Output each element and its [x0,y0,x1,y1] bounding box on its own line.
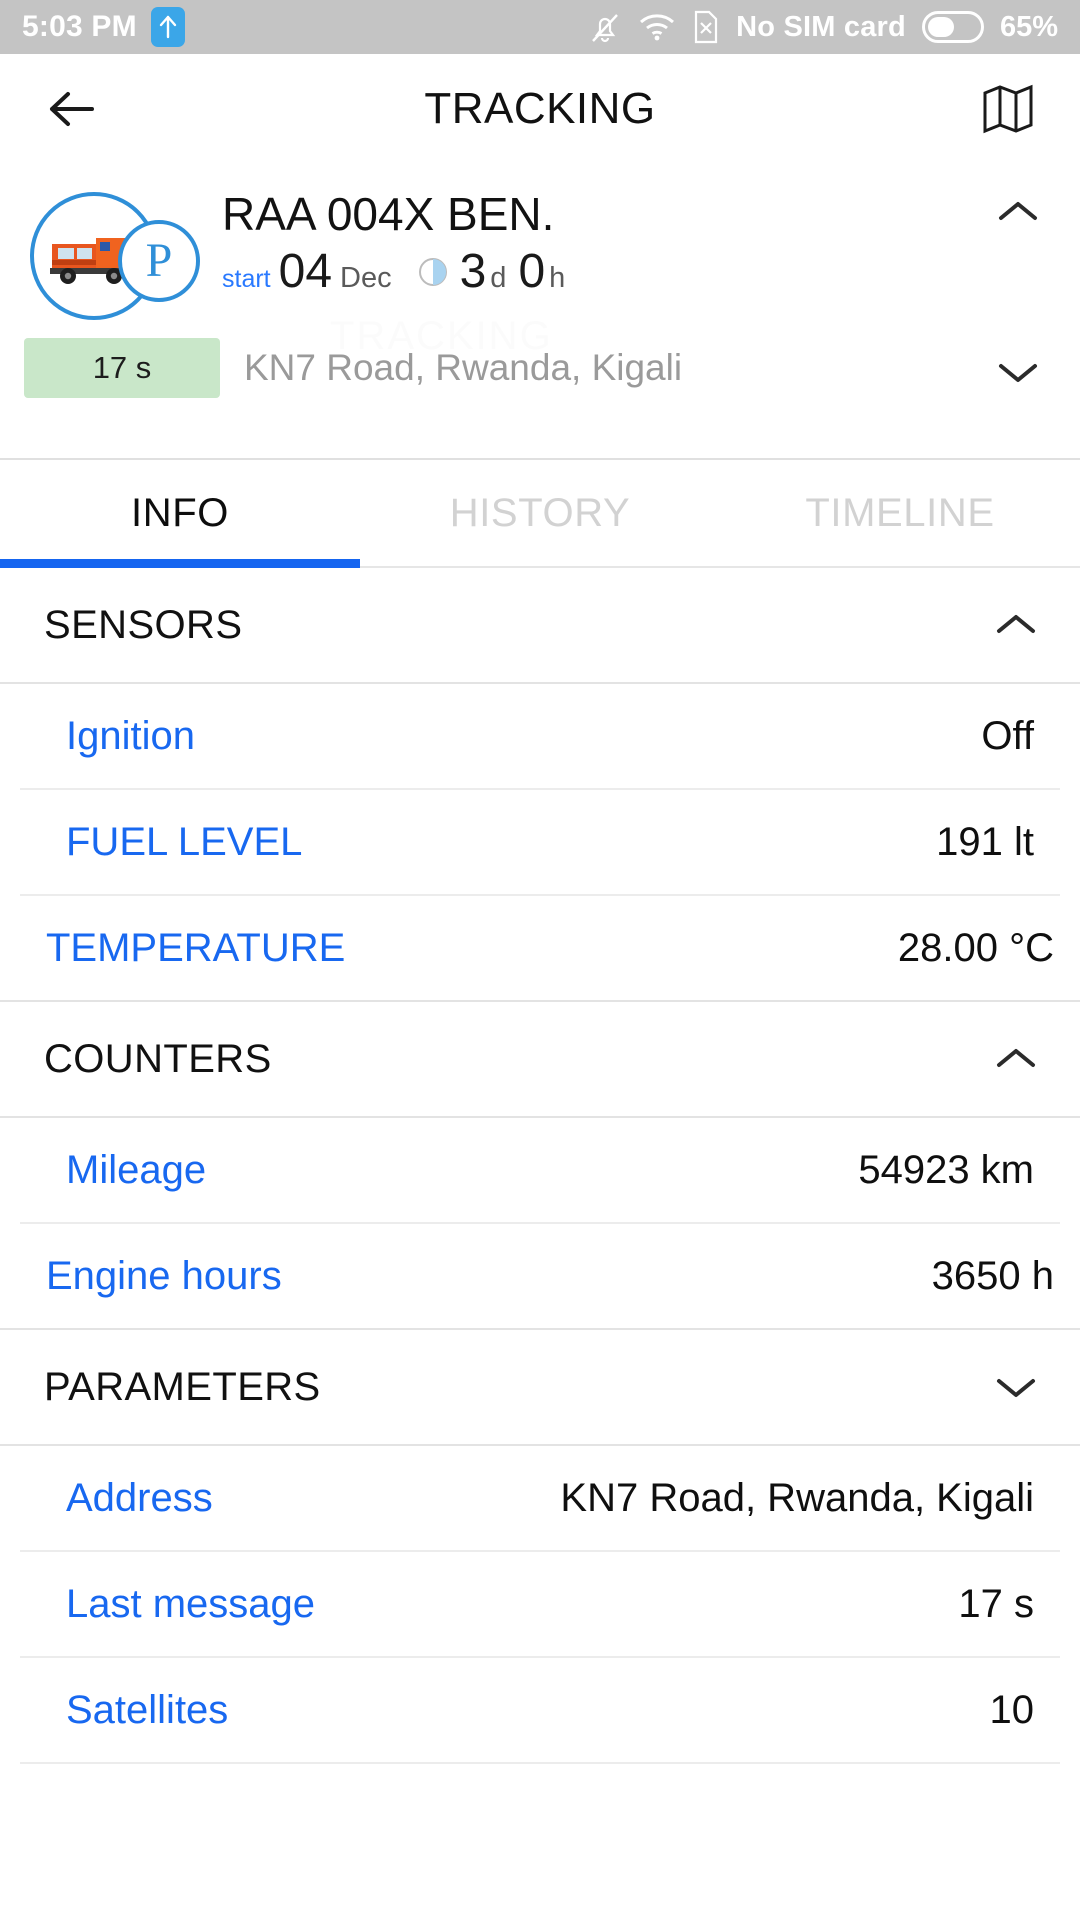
start-month: Dec [340,262,392,295]
row-value-last-message: 17 s [958,1581,1034,1626]
vehicle-card-top: P RAA 004X BEN. start 04 Dec 3 d 0 h [0,186,1080,320]
section-header-counters[interactable]: COUNTERS [0,1002,1080,1118]
row-label-temperature: TEMPERATURE [46,925,346,970]
tab-history[interactable]: HISTORY [360,460,720,566]
duration-days-unit: d [490,262,507,295]
row-value-temperature: 28.00 °C [897,925,1054,970]
back-arrow-icon[interactable] [40,77,104,141]
status-bar: 5:03 PM No SIM card 65% [0,0,1080,54]
row-label-fuel-level: FUEL LEVEL [66,819,303,864]
chevron-up-icon[interactable] [992,601,1040,649]
duration-hours-group: 0 h [518,248,565,296]
duration-hours-unit: h [549,262,566,295]
vehicle-address-row: 17 s KN7 Road, Rwanda, Kigali [0,338,1080,398]
tracking-screen: 5:03 PM No SIM card 65% TRACKING TRACKIN… [0,0,1080,1920]
row-label-mileage: Mileage [66,1147,207,1192]
row-value-mileage: 54923 km [858,1147,1034,1192]
table-row[interactable]: FUEL LEVEL 191 lt [20,790,1060,896]
tab-info[interactable]: INFO [0,460,360,568]
app-bar: TRACKING [0,54,1080,164]
table-row[interactable]: Address KN7 Road, Rwanda, Kigali [20,1446,1060,1552]
chevron-down-icon[interactable] [994,348,1042,396]
status-bar-left: 5:03 PM [22,7,185,47]
upload-arrow-icon [150,7,185,47]
map-icon[interactable] [976,77,1040,141]
row-label-satellites: Satellites [66,1687,229,1732]
chevron-down-icon[interactable] [992,1363,1040,1411]
wifi-icon [638,12,676,42]
row-value-ignition: Off [981,713,1034,758]
section-title-parameters: PARAMETERS [44,1364,321,1409]
status-bar-right: No SIM card 65% [588,8,1058,46]
table-row[interactable]: Last message 17 s [20,1552,1060,1658]
parking-p-icon: P [118,220,200,302]
table-row[interactable]: Satellites 10 [20,1658,1060,1764]
vehicle-address: KN7 Road, Rwanda, Kigali [244,347,683,388]
page-title: TRACKING [424,84,656,133]
duration-group: 3 d 0 h [418,248,565,296]
chevron-up-icon[interactable] [994,188,1042,236]
battery-icon [921,11,984,43]
vehicle-info: RAA 004X BEN. start 04 Dec 3 d 0 h [198,186,1054,296]
battery-percent: 65% [999,10,1058,43]
row-label-engine-hours: Engine hours [46,1253,282,1298]
vehicle-meta: start 04 Dec 3 d 0 h [222,248,1054,296]
pie-clock-icon [418,257,448,287]
bell-muted-icon [588,8,622,46]
row-value-fuel-level: 191 lt [936,819,1034,864]
row-label-ignition: Ignition [66,713,195,758]
start-time-group: start 04 Dec [222,248,392,296]
row-label-last-message: Last message [66,1581,316,1626]
section-header-parameters[interactable]: PARAMETERS [0,1330,1080,1446]
sim-card-x-icon [692,9,720,45]
row-value-satellites: 10 [989,1687,1035,1732]
table-row[interactable]: TEMPERATURE 28.00 °C [0,896,1080,1002]
vehicle-name: RAA 004X BEN. [222,188,555,240]
section-header-sensors[interactable]: SENSORS [0,568,1080,684]
sim-status-text: No SIM card [736,10,906,43]
section-title-sensors: SENSORS [44,602,243,647]
row-value-address: KN7 Road, Rwanda, Kigali [560,1475,1034,1520]
status-bar-clock: 5:03 PM [22,10,137,43]
row-value-engine-hours: 3650 h [931,1253,1054,1298]
duration-days-group: 3 d [460,248,507,296]
tab-timeline[interactable]: TIMELINE [720,460,1080,566]
tab-bar: INFO HISTORY TIMELINE [0,460,1080,568]
avatar[interactable]: P [30,192,200,320]
table-row[interactable]: Ignition Off [20,684,1060,790]
table-row[interactable]: Engine hours 3650 h [0,1224,1080,1330]
vehicle-summary-card[interactable]: TRACKING P RAA 004X BEN. start 04 Dec 3 … [0,164,1080,460]
duration-hours: 0 [518,245,546,299]
chevron-up-icon[interactable] [992,1035,1040,1083]
start-label: start [222,265,271,294]
duration-days: 3 [459,245,487,299]
status-badge: 17 s [24,338,220,398]
table-row[interactable]: Mileage 54923 km [20,1118,1060,1224]
row-label-address: Address [66,1475,213,1520]
start-day: 04 [278,245,333,299]
section-title-counters: COUNTERS [44,1036,272,1081]
